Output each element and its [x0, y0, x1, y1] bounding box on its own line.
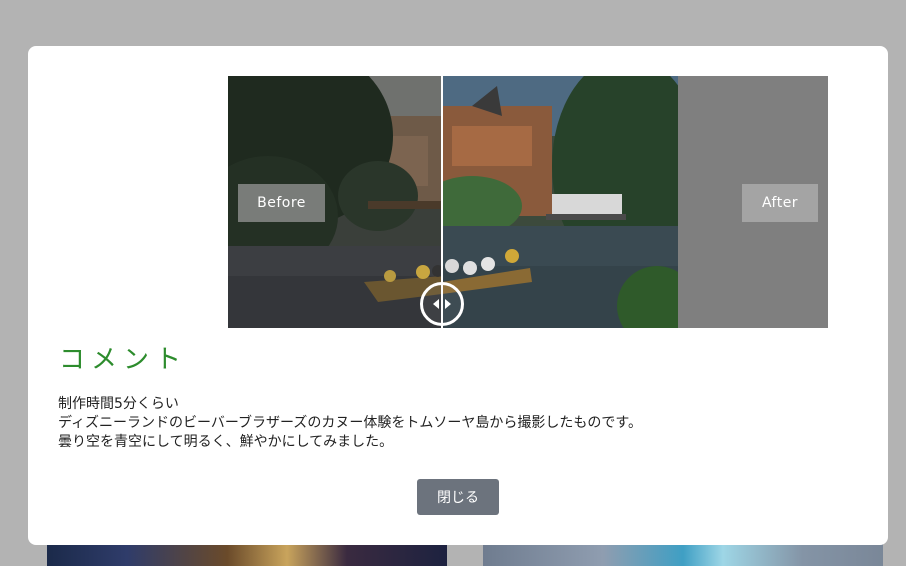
close-button[interactable]: 閉じる — [417, 479, 499, 515]
comment-line: ディズニーランドのビーバーブラザーズのカヌー体験をトムソーヤ島から撮影したもので… — [58, 415, 642, 431]
before-after-comparison[interactable]: Before After — [228, 76, 828, 328]
comment-line: 制作時間5分くらい — [58, 396, 179, 412]
after-label: After — [742, 184, 818, 222]
after-image — [442, 76, 678, 328]
before-label: Before — [238, 184, 325, 222]
image-detail-modal: Before After コメント 制作時間5分くらい ディズニーランドのビーバ… — [28, 46, 888, 545]
comment-line: 曇り空を青空にして明るく、鮮やかにしてみました。 — [58, 434, 394, 450]
comment-body: 制作時間5分くらい ディズニーランドのビーバーブラザーズのカヌー体験をトムソーヤ… — [58, 395, 642, 452]
left-right-arrows-icon — [433, 299, 451, 309]
comment-heading: コメント — [59, 345, 188, 375]
comparison-drag-handle[interactable] — [420, 282, 464, 326]
